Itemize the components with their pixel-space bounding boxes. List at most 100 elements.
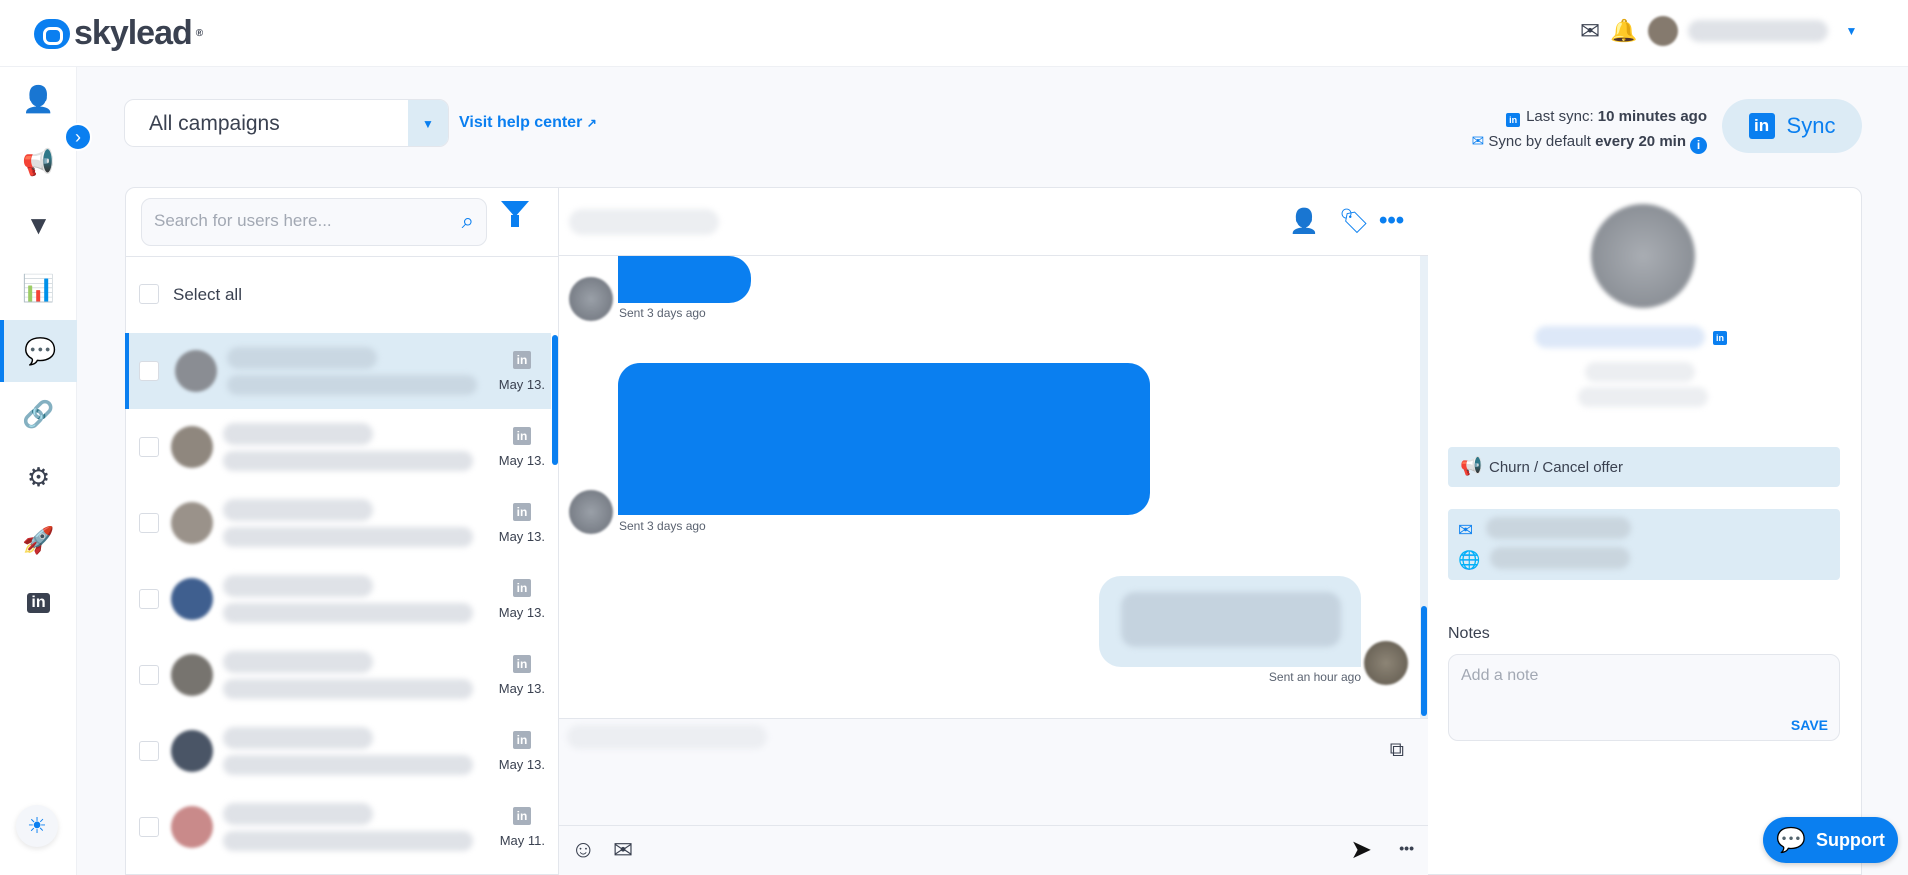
- chat-scrollbar[interactable]: [1420, 256, 1428, 718]
- avatar: [175, 350, 217, 392]
- notes-input[interactable]: [1461, 667, 1821, 707]
- notes-box: SAVE: [1448, 654, 1840, 741]
- campaign-badge[interactable]: 📢 Churn / Cancel offer: [1448, 447, 1840, 487]
- mail-send-icon[interactable]: ✉: [1580, 17, 1600, 46]
- expand-icon[interactable]: ⧉: [1390, 739, 1404, 762]
- list-item[interactable]: in May 13.: [125, 333, 551, 409]
- list-item[interactable]: in May 13.: [125, 485, 551, 561]
- linkedin-icon: in: [513, 579, 531, 597]
- email-sync-icon: ✉: [1471, 133, 1485, 150]
- filter-icon[interactable]: [501, 201, 529, 227]
- more-icon[interactable]: •••: [1379, 207, 1404, 235]
- message-composer[interactable]: ⧉: [559, 718, 1428, 825]
- support-button[interactable]: 💬 Support: [1763, 817, 1898, 863]
- linkedin-icon: in: [513, 351, 531, 369]
- megaphone-icon: 📢: [1460, 456, 1483, 476]
- notes-label: Notes: [1448, 625, 1490, 642]
- sidebar-item-linkedin[interactable]: in: [0, 572, 77, 634]
- sidebar-item-chat[interactable]: 💬: [0, 320, 77, 382]
- list-item[interactable]: in May 13.: [125, 637, 551, 713]
- message-time: Sent 3 days ago: [619, 306, 706, 320]
- contact-info: ✉ 🌐: [1448, 509, 1840, 580]
- list-item[interactable]: in May 13.: [125, 409, 551, 485]
- sidebar-item-link[interactable]: 🔗: [0, 383, 77, 445]
- linkedin-icon: in: [513, 807, 531, 825]
- message-date: May 13.: [498, 377, 545, 392]
- row-checkbox[interactable]: [139, 665, 159, 685]
- user-name-blurred[interactable]: [1687, 20, 1828, 42]
- message-date: May 13.: [498, 529, 545, 544]
- sidebar: 👤 📢 ▼ 📊 💬 🔗 ⚙ 🚀 in: [0, 67, 77, 875]
- more-icon[interactable]: •••: [1399, 840, 1414, 856]
- save-note-button[interactable]: SAVE: [1791, 717, 1828, 733]
- bell-icon[interactable]: 🔔: [1610, 18, 1637, 44]
- sidebar-item-filter[interactable]: ▼: [0, 194, 77, 256]
- sync-button[interactable]: in Sync: [1722, 99, 1862, 153]
- list-scrollbar[interactable]: [552, 335, 558, 465]
- sidebar-item-gear[interactable]: ⚙: [0, 446, 77, 508]
- chevron-down-icon[interactable]: ▼: [1846, 24, 1858, 38]
- linkedin-icon: in: [27, 593, 50, 613]
- header-actions: ✉ 🔔 ▼: [1580, 16, 1857, 46]
- expand-sidebar-button[interactable]: ›: [64, 123, 92, 151]
- linkedin-sync-icon: in: [1748, 113, 1775, 139]
- external-link-icon: ↗: [586, 116, 597, 130]
- sidebar-item-user[interactable]: 👤: [0, 68, 77, 130]
- message-bubble-outgoing: [1099, 576, 1361, 667]
- linkedin-icon: in: [513, 731, 531, 749]
- info-icon[interactable]: i: [1690, 137, 1707, 154]
- send-icon[interactable]: ➤: [1350, 834, 1372, 865]
- linkedin-profile-icon[interactable]: in: [1713, 331, 1727, 345]
- tag-icon[interactable]: 🏷: [1339, 207, 1369, 236]
- rocket-icon: 🚀: [22, 524, 55, 555]
- email-template-icon[interactable]: ✉: [613, 836, 633, 865]
- skylead-logo[interactable]: skylead ®: [34, 14, 203, 53]
- message-bubble: [618, 363, 1150, 515]
- message-date: May 13.: [498, 757, 545, 772]
- select-all-checkbox[interactable]: [139, 284, 159, 304]
- contact-name-blurred: [223, 651, 373, 673]
- message-date: May 11.: [499, 833, 545, 848]
- divider: [125, 256, 558, 257]
- top-header: skylead ® ✉ 🔔 ▼: [0, 0, 1908, 67]
- search-icon[interactable]: ⌕: [462, 208, 474, 234]
- avatar: [171, 426, 213, 468]
- chevron-down-icon[interactable]: ▼: [408, 100, 448, 146]
- message-time: Sent an hour ago: [1268, 670, 1361, 684]
- sidebar-item-rocket[interactable]: 🚀: [0, 509, 77, 571]
- row-checkbox[interactable]: [139, 437, 159, 457]
- last-message-blurred: [223, 755, 473, 775]
- sender-avatar: [569, 277, 613, 321]
- avatar: [171, 578, 213, 620]
- avatar: [171, 806, 213, 848]
- row-checkbox[interactable]: [139, 817, 159, 837]
- message-date: May 13.: [498, 453, 545, 468]
- help-center-link[interactable]: Visit help center ↗: [459, 114, 597, 132]
- select-all-label: Select all: [173, 285, 242, 304]
- contact-name-blurred: [223, 727, 373, 749]
- linkedin-icon: in: [513, 427, 531, 445]
- list-item[interactable]: in May 11.: [125, 789, 551, 865]
- list-item[interactable]: in May 13.: [125, 713, 551, 789]
- search-input[interactable]: [154, 211, 444, 231]
- last-message-blurred: [223, 831, 473, 851]
- assign-user-icon[interactable]: 👤: [1289, 207, 1319, 236]
- chat-header: 👤 🏷 •••: [559, 187, 1428, 256]
- user-icon: 👤: [22, 83, 55, 114]
- composer-toolbar: ☺ ✉ ➤ •••: [559, 825, 1428, 875]
- contact-title-blurred: [1585, 362, 1695, 382]
- globe-icon: 🌐: [1458, 550, 1481, 570]
- avatar: [171, 502, 213, 544]
- my-avatar: [1364, 641, 1408, 685]
- last-message-blurred: [223, 603, 473, 623]
- row-checkbox[interactable]: [139, 513, 159, 533]
- sidebar-item-chart[interactable]: 📊: [0, 257, 77, 319]
- list-item[interactable]: in May 13.: [125, 561, 551, 637]
- row-checkbox[interactable]: [139, 589, 159, 609]
- theme-toggle-sun-icon[interactable]: ☀: [16, 805, 58, 847]
- row-checkbox[interactable]: [139, 361, 159, 381]
- emoji-icon[interactable]: ☺: [571, 836, 596, 864]
- row-checkbox[interactable]: [139, 741, 159, 761]
- avatar[interactable]: [1647, 16, 1678, 46]
- campaign-select[interactable]: All campaigns ▼: [124, 99, 449, 147]
